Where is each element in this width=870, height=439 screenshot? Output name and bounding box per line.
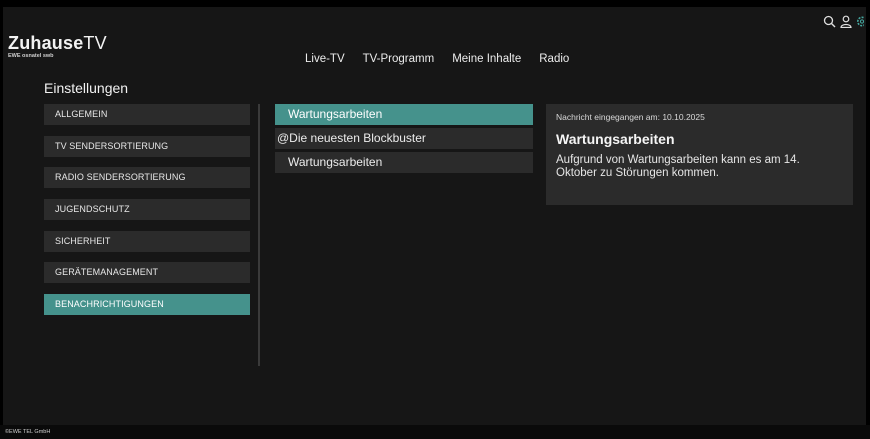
- logo-subtitle: EWE osnatel swb: [8, 53, 54, 59]
- sidebar-item-jugendschutz[interactable]: JUGENDSCHUTZ: [44, 199, 250, 221]
- message-body: Aufgrund von Wartungsarbeiten kann es am…: [556, 154, 800, 179]
- sidebar-item-sicherheit[interactable]: SICHERHEIT: [44, 230, 250, 252]
- message-detail-panel: Nachricht eingegangen am: 10.10.2025 War…: [546, 104, 853, 205]
- sidebar-item-allgemein[interactable]: ALLGEMEIN: [44, 104, 250, 125]
- logo-tv: TV: [83, 33, 107, 53]
- nav-live-tv[interactable]: Live-TV: [305, 52, 345, 66]
- top-navigation: Live-TV TV-Programm Meine Inhalte Radio: [305, 52, 587, 66]
- sidebar-item-tv-sendersortierung[interactable]: TV SENDERSORTIERUNG: [44, 135, 250, 157]
- top-icons: [823, 15, 864, 28]
- message-list: Wartungsarbeiten @Die neuesten Blockbust…: [275, 104, 533, 176]
- message-item[interactable]: Wartungsarbeiten: [275, 152, 533, 173]
- sidebar-item-radio-sendersortierung[interactable]: RADIO SENDERSORTIERUNG: [44, 167, 250, 189]
- top-edge: [0, 0, 870, 7]
- message-item[interactable]: Wartungsarbeiten: [275, 104, 533, 125]
- logo-text: ZuhauseTV: [8, 34, 107, 52]
- message-title: Wartungsarbeiten: [556, 131, 675, 147]
- copyright: ©EWE TEL GmbH: [5, 429, 51, 435]
- logo-brand: Zuhause: [8, 33, 84, 53]
- settings-sidebar: ALLGEMEIN TV SENDERSORTIERUNG RADIO SEND…: [44, 104, 250, 326]
- message-item[interactable]: @Die neuesten Blockbuster: [275, 128, 533, 149]
- message-received-date: Nachricht eingegangen am: 10.10.2025: [556, 112, 705, 122]
- gear-icon[interactable]: [856, 15, 864, 28]
- vertical-divider: [258, 104, 260, 366]
- user-icon[interactable]: [840, 15, 852, 28]
- sidebar-item-benachrichtigungen[interactable]: BENACHRICHTIGUNGEN: [44, 294, 250, 316]
- search-icon[interactable]: [823, 15, 836, 28]
- sidebar-item-geraetemanagement[interactable]: GERÄTEMANAGEMENT: [44, 262, 250, 284]
- page-title: Einstellungen: [44, 80, 129, 96]
- logo[interactable]: ZuhauseTV EWE osnatel swb: [8, 34, 107, 59]
- nav-radio[interactable]: Radio: [539, 52, 569, 66]
- nav-meine-inhalte[interactable]: Meine Inhalte: [452, 52, 521, 66]
- footer-bar: [0, 425, 870, 439]
- nav-tv-programm[interactable]: TV-Programm: [363, 52, 435, 66]
